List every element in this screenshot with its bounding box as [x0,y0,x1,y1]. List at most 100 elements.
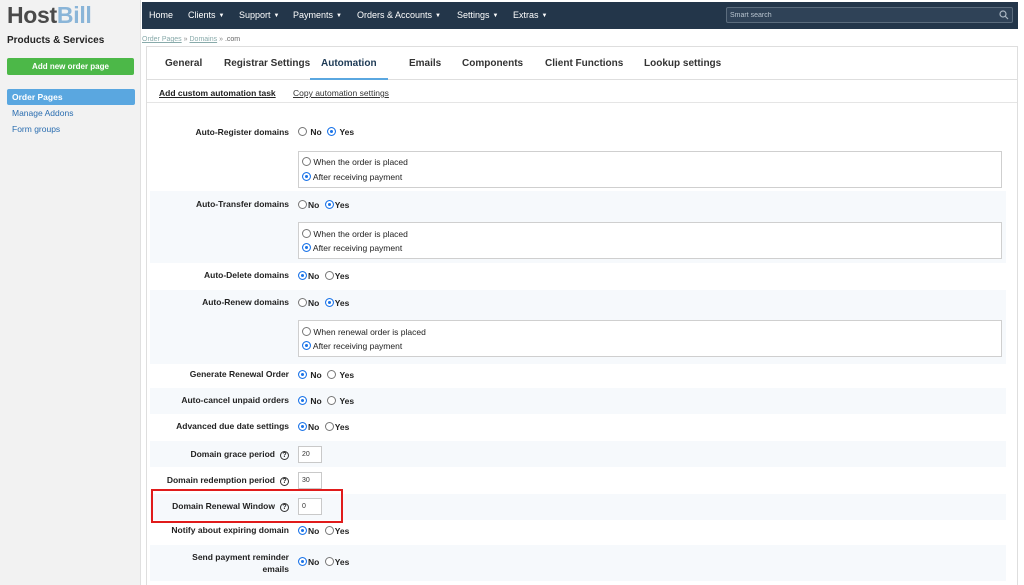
notify-expiring-yes-option[interactable]: Yes [324,526,353,536]
auto-register-no-option[interactable]: No [298,127,325,137]
generate-renewal-no-radio[interactable] [298,370,307,379]
auto-transfer-radio-group: No Yes [298,200,352,210]
auto-register-no-radio[interactable] [298,127,307,136]
caret-down-icon: ▼ [541,13,548,19]
radio-label: No [310,127,322,137]
radio-label: Yes [339,127,355,137]
add-new-order-page-button[interactable]: Add new order page [7,58,134,75]
auto-transfer-no-radio[interactable] [298,200,307,209]
radio-label: Yes [339,396,355,406]
advanced-due-date-label: Advanced due date settings [176,421,289,431]
notify-expiring-no-radio[interactable] [298,526,307,535]
advanced-due-yes-option[interactable]: Yes [324,422,353,432]
generate-renewal-yes-option[interactable]: Yes [327,370,357,380]
radio-checked[interactable] [302,243,311,252]
search-icon[interactable] [999,10,1009,20]
nav-clients-label: Clients [188,10,216,20]
generate-renewal-no-option[interactable]: No [298,370,325,380]
nav-payments[interactable]: Payments ▼ [293,2,342,29]
generate-renewal-yes-radio[interactable] [327,370,337,379]
tab-automation[interactable]: Automation [310,47,388,80]
tab-registrar-settings[interactable]: Registrar Settings [224,47,310,80]
auto-renew-no-radio[interactable] [298,298,307,307]
auto-cancel-label: Auto-cancel unpaid orders [181,395,289,405]
auto-cancel-yes-radio[interactable] [327,396,337,405]
auto-transfer-yes-radio[interactable] [324,200,334,209]
payment-reminder-yes-option[interactable]: Yes [324,557,353,567]
redemption-period-input[interactable] [298,472,322,489]
auto-delete-no-option[interactable]: No [298,271,322,281]
auto-renew-yes-radio[interactable] [324,298,334,307]
sidebar: HostBill Products & Services Add new ord… [0,0,141,585]
auto-transfer-when-placed-option[interactable]: When the order is placed [302,229,408,239]
auto-transfer-yes-option[interactable]: Yes [324,200,353,210]
sidebar-item-order-pages[interactable]: Order Pages [7,89,135,105]
caret-down-icon: ▼ [435,13,441,19]
nav-home[interactable]: Home [149,2,173,29]
auto-register-yes-radio[interactable] [327,127,337,136]
advanced-due-no-radio[interactable] [298,422,307,431]
auto-transfer-after-payment-option[interactable]: After receiving payment [302,243,402,253]
option-label: When the order is placed [313,157,408,167]
caret-down-icon: ▼ [218,13,225,19]
auto-delete-no-radio[interactable] [298,271,307,280]
auto-register-after-payment-option[interactable]: After receiving payment [302,172,402,182]
auto-delete-yes-option[interactable]: Yes [324,271,353,281]
breadcrumb-separator: » [183,36,188,43]
payment-reminder-no-radio[interactable] [298,557,307,566]
notify-expiring-no-option[interactable]: No [298,526,322,536]
sidebar-item-form-groups[interactable]: Form groups [7,121,135,137]
auto-cancel-yes-option[interactable]: Yes [327,396,357,406]
breadcrumb: Order Pages » Domains » .com [142,36,240,43]
auto-delete-yes-radio[interactable] [324,271,334,280]
auto-cancel-no-option[interactable]: No [298,396,325,406]
advanced-due-yes-radio[interactable] [324,422,334,431]
radio-unchecked[interactable] [302,229,311,238]
tab-lookup-settings[interactable]: Lookup settings [644,47,721,80]
nav-settings[interactable]: Settings ▼ [457,2,498,29]
add-custom-automation-task-link[interactable]: Add custom automation task [159,88,276,98]
payment-reminder-no-option[interactable]: No [298,557,322,567]
auto-register-yes-option[interactable]: Yes [327,127,357,137]
caret-down-icon: ▼ [273,13,280,19]
help-icon[interactable]: ? [280,477,289,486]
auto-renew-after-payment-option[interactable]: After receiving payment [302,341,402,351]
auto-renew-no-option[interactable]: No [298,298,322,308]
notify-expiring-yes-radio[interactable] [324,526,334,535]
option-label: When the order is placed [313,229,408,239]
auto-register-label: Auto-Register domains [195,127,289,137]
auto-renew-yes-option[interactable]: Yes [324,298,353,308]
payment-reminder-label-line1: Send payment reminder [192,552,289,562]
nav-orders-accounts[interactable]: Orders & Accounts ▼ [357,2,441,29]
radio-checked[interactable] [302,172,311,181]
radio-unchecked[interactable] [302,157,311,166]
copy-automation-settings-link[interactable]: Copy automation settings [293,88,389,98]
radio-label: Yes [334,557,350,567]
tab-general[interactable]: General [165,47,202,80]
radio-label: No [308,422,320,432]
radio-checked[interactable] [302,341,311,350]
payment-reminder-yes-radio[interactable] [324,557,334,566]
nav-support[interactable]: Support ▼ [239,2,279,29]
tab-bar: General Registrar Settings Automation Em… [147,47,1017,80]
auto-cancel-no-radio[interactable] [298,396,307,405]
tab-emails[interactable]: Emails [409,47,441,80]
breadcrumb-domains[interactable]: Domains [190,36,218,43]
logo-text-bill: Bill [56,2,92,28]
auto-renew-when-placed-option[interactable]: When renewal order is placed [302,327,426,337]
radio-unchecked[interactable] [302,327,311,336]
hostbill-logo[interactable]: HostBill [7,2,92,29]
auto-transfer-no-option[interactable]: No [298,200,322,210]
auto-register-when-placed-option[interactable]: When the order is placed [302,157,408,167]
tab-client-functions[interactable]: Client Functions [545,47,623,80]
help-icon[interactable]: ? [280,451,289,460]
breadcrumb-order-pages[interactable]: Order Pages [142,36,182,43]
nav-clients[interactable]: Clients ▼ [188,2,224,29]
sidebar-item-manage-addons[interactable]: Manage Addons [7,105,135,121]
tab-components[interactable]: Components [462,47,523,80]
smart-search-input[interactable] [730,9,990,21]
grace-period-input[interactable] [298,446,322,463]
nav-extras[interactable]: Extras ▼ [513,2,547,29]
auto-renew-timing-box: When renewal order is placed After recei… [298,320,1002,357]
advanced-due-no-option[interactable]: No [298,422,322,432]
